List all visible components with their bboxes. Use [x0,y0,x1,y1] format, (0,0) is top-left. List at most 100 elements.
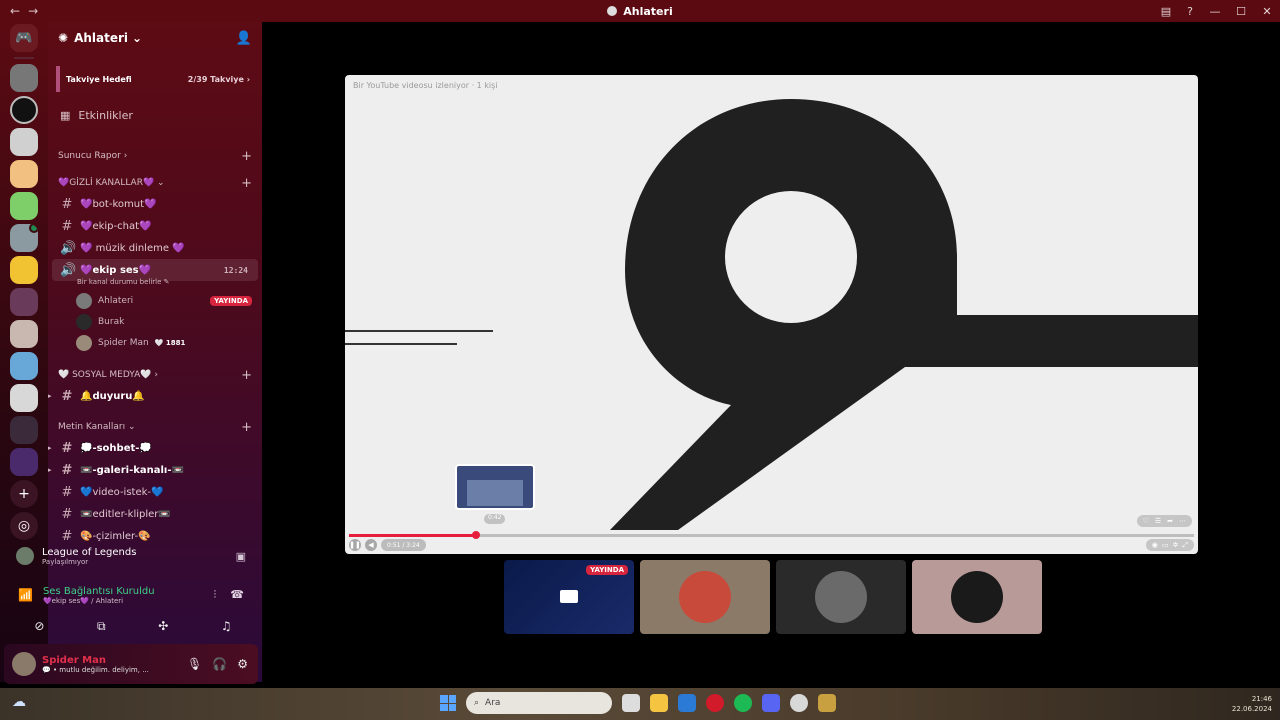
file-explorer-icon[interactable] [650,694,668,712]
volume-icon[interactable]: ◀ [365,539,377,551]
server-header[interactable]: ✺ Ahlateri ⌄ 👤 [48,22,262,54]
server-folder-2[interactable] [10,448,38,476]
close-button[interactable]: ✕ [1254,0,1280,22]
server-icon-7[interactable] [10,256,38,284]
screen-share-icon[interactable]: ⧉ [97,619,106,634]
boost-goal[interactable]: Takviye Hedefi 2/39 Takviye › [56,66,256,92]
category-hidden[interactable]: 💜GİZLİ KANALLAR💜 ⌄ + [48,173,262,193]
like-icon[interactable]: ♡ [1143,517,1149,525]
activity-panel[interactable]: League of Legends Paylaşılmıyor ▣ [8,538,258,574]
autoplay-toggle[interactable]: ◉ [1152,541,1158,549]
server-icon-ahlateri[interactable] [10,224,38,252]
steam-icon[interactable] [790,694,808,712]
server-icon-3[interactable] [10,128,38,156]
channel-sohbet[interactable]: ▸ # 💭-sohbet-💭 [48,437,262,459]
channel-galeri[interactable]: ▸ # 📼-galeri-kanalı-📼 [48,459,262,481]
windows-start-icon[interactable] [440,695,456,711]
channel-editler[interactable]: # 📼editler-klipler📼 [48,503,262,525]
disconnect-icon[interactable]: ☎ [230,588,244,602]
game-share-status: Paylaşılmıyor [42,557,89,566]
taskbar: ☁ ⌕ Ara 21:46 22.06.2024 [0,688,1280,720]
server-icon-8[interactable] [10,288,38,316]
server-folder-1[interactable] [10,416,38,444]
avatar [679,571,731,623]
camera-off-icon[interactable]: ⊘ [34,619,44,633]
store-icon[interactable] [678,694,696,712]
category-text[interactable]: Metin Kanalları ⌄ + [48,417,262,437]
server-icon-11[interactable] [10,384,38,412]
add-channel-icon[interactable]: + [241,368,252,383]
headphones-icon[interactable]: 🎧 [212,657,227,671]
events-item[interactable]: ▦ Etkinlikler [48,102,262,128]
activities-icon[interactable]: ✣ [158,619,168,633]
settings-icon[interactable]: ✲ [1173,541,1179,549]
noise-suppression-icon[interactable]: ⫶ [214,588,217,602]
spotify-icon[interactable] [734,694,752,712]
save-icon[interactable]: ☰ [1155,517,1161,525]
channel-duyuru[interactable]: ▸ # 🔔duyuru🔔 [48,385,262,407]
channel-label: 💙video-istek-💙 [80,486,164,498]
tile-user-4[interactable] [912,560,1042,634]
server-icon-5[interactable] [10,192,38,220]
server-icon-9[interactable] [10,320,38,348]
voice-connected-title[interactable]: Ses Bağlantısı Kuruldu [43,586,155,597]
add-channel-icon[interactable]: + [241,149,252,164]
taskbar-search[interactable]: ⌕ Ara [466,692,612,714]
tile-burak[interactable] [776,560,906,634]
voice-connected-channel[interactable]: 💜ekip ses💜 / Ahlateri [43,597,155,605]
help-icon[interactable]: ? [1178,0,1202,22]
tile-spider-man[interactable] [640,560,770,634]
league-icon[interactable] [818,694,836,712]
maximize-button[interactable]: ☐ [1228,0,1254,22]
voice-user-spider-man[interactable]: Spider Man 🤍 1881 [48,332,262,353]
progress-knob[interactable] [471,531,480,539]
category-hidden-label: 💜GİZLİ KANALLAR💜 ⌄ [58,178,165,188]
channel-muzik-dinleme[interactable]: 🔊 💜 müzik dinleme 💜 [48,237,262,259]
fullscreen-icon[interactable]: ⤢ [1182,541,1188,550]
progress-bar[interactable] [349,531,1194,539]
system-clock[interactable]: 21:46 22.06.2024 [1232,694,1272,714]
captions-icon[interactable]: ▭ [1162,541,1169,549]
more-icon[interactable]: ⋯ [1179,517,1186,525]
tile-ahlateri-stream[interactable]: YAYINDA [504,560,634,634]
invite-people-icon[interactable]: 👤 [236,31,252,46]
discord-home-icon[interactable]: 🎮 [10,24,38,52]
stream-video[interactable]: Bir YouTube videosu izleniyor · 1 kişi 0… [345,75,1198,554]
server-icon-4[interactable] [10,160,38,188]
server-icon-10[interactable] [10,352,38,380]
weather-icon[interactable]: ☁ [12,694,26,710]
add-server-icon[interactable]: + [10,480,38,508]
category-social[interactable]: 🤍 SOSYAL MEDYA🤍 › + [48,365,262,385]
channel-ekip-chat[interactable]: # 💜ekip-chat💜 [48,215,262,237]
add-channel-icon[interactable]: + [241,420,252,435]
discover-icon[interactable]: ◎ [10,512,38,540]
speaker-icon: 🔊 [60,262,77,278]
server-icon-1[interactable] [10,64,38,92]
pause-icon[interactable]: ❚❚ [349,539,361,551]
avatar[interactable] [12,652,36,676]
discord-icon[interactable] [762,694,780,712]
voice-user-ahlateri[interactable]: Ahlateri YAYINDA [48,290,262,311]
microphone-icon[interactable]: 🎙 [187,657,202,671]
voice-user-burak[interactable]: Burak [48,311,262,332]
channel-video-istek[interactable]: # 💙video-istek-💙 [48,481,262,503]
soundboard-icon[interactable]: ♫ [221,619,232,633]
user-name[interactable]: Spider Man [42,655,149,666]
opera-icon[interactable] [706,694,724,712]
gear-icon[interactable]: ⚙ [237,657,248,671]
inbox-icon[interactable]: ▤ [1154,0,1178,22]
channel-bot-komut[interactable]: # 💜bot-komut💜 [48,193,262,215]
server-icon-2[interactable] [10,96,38,124]
share-icon[interactable]: ➦ [1167,517,1173,525]
share-screen-icon[interactable]: ▣ [236,550,246,563]
channel-label: 💭-sohbet-💭 [80,442,152,454]
signal-icon[interactable]: 📶 [18,588,33,602]
add-channel-icon[interactable]: + [241,176,252,191]
scrub-time: 0:42 [484,514,506,524]
user-badge: 🤍 1881 [154,338,186,347]
category-report[interactable]: Sunucu Rapor › + [48,146,262,166]
search-icon: ⌕ [474,698,480,708]
task-view-icon[interactable] [622,694,640,712]
minimize-button[interactable]: — [1202,0,1228,22]
channel-ekip-ses[interactable]: 🔊 💜ekip ses💜 12:24 [52,259,258,281]
